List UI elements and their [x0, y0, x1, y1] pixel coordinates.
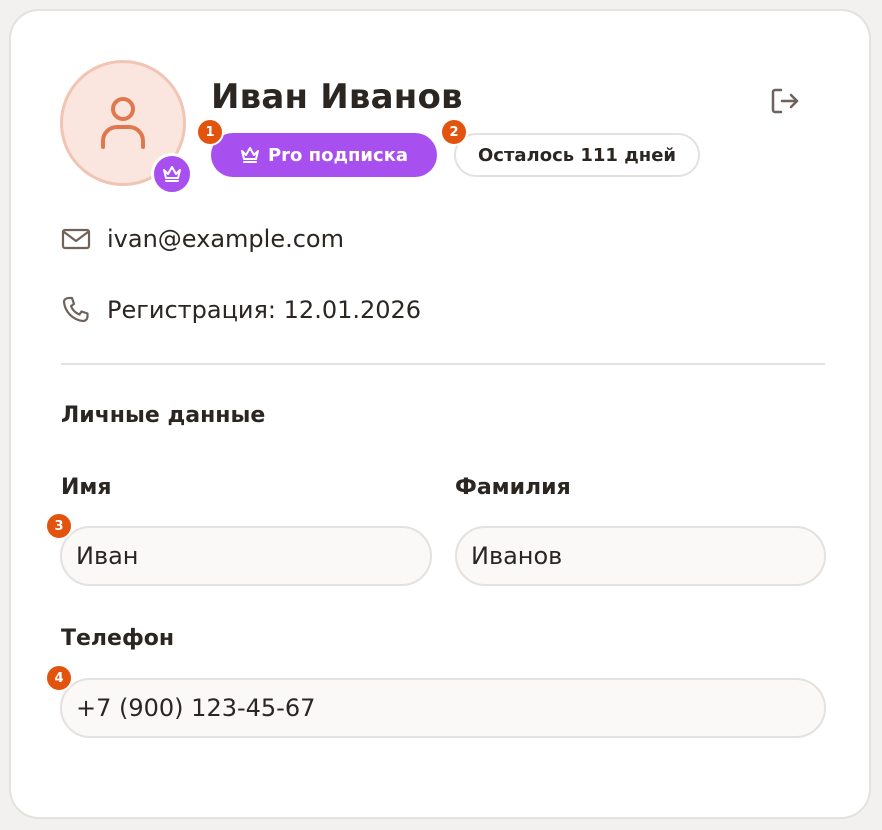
logout-button[interactable] — [765, 81, 805, 121]
marker-3: 3 — [45, 512, 73, 540]
first-name-input[interactable] — [60, 526, 432, 586]
days-left-badge: Осталось 111 дней — [454, 133, 700, 177]
phone-icon — [62, 296, 89, 323]
last-name-input[interactable] — [455, 526, 826, 586]
phone-input[interactable] — [60, 678, 826, 738]
user-name: Иван Иванов — [211, 77, 463, 117]
marker-4: 4 — [45, 664, 73, 692]
email-row: ivan@example.com — [61, 225, 344, 253]
logout-icon — [771, 88, 799, 114]
marker-2: 2 — [440, 118, 468, 146]
registration-row: Регистрация: 12.01.2026 — [61, 295, 421, 325]
avatar-pro-badge — [151, 153, 193, 195]
email-text: ivan@example.com — [107, 225, 344, 253]
section-title-personal-data: Личные данные — [61, 403, 266, 428]
crown-icon — [240, 147, 259, 163]
registration-text: Регистрация: 12.01.2026 — [107, 296, 422, 324]
pro-subscription-badge: Pro подписка — [211, 133, 437, 177]
divider — [61, 363, 825, 365]
mail-icon — [61, 228, 91, 250]
last-name-label: Фамилия — [455, 475, 571, 500]
profile-card: Иван Иванов Pro подписка Осталось 111 дн… — [9, 9, 871, 819]
marker-1: 1 — [196, 118, 224, 146]
first-name-label: Имя — [61, 475, 112, 500]
phone-label: Телефон — [61, 626, 175, 651]
crown-icon — [163, 166, 181, 182]
person-icon — [101, 97, 145, 149]
pro-subscription-label: Pro подписка — [267, 144, 409, 166]
